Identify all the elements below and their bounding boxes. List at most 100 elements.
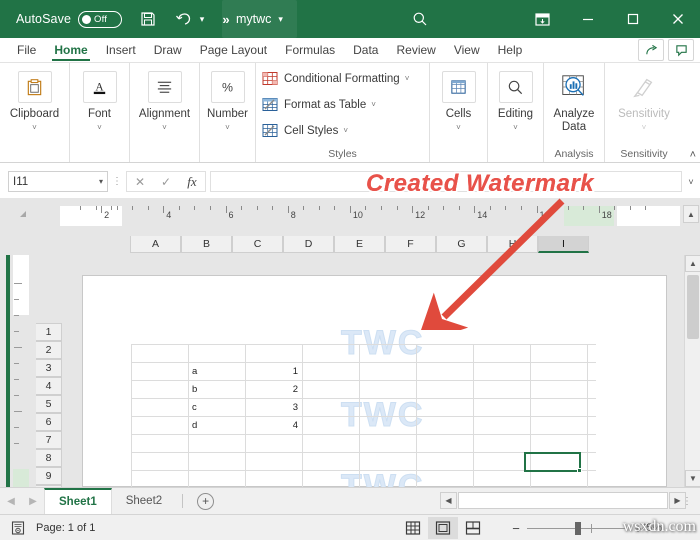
sheet-tab-sheet2[interactable]: Sheet2 bbox=[112, 488, 176, 514]
column-header-a[interactable]: A bbox=[130, 236, 181, 253]
sheet-tab-sheet1[interactable]: Sheet1 bbox=[44, 488, 112, 514]
cell-value[interactable]: a bbox=[188, 362, 245, 380]
expand-formula-bar-icon[interactable]: ˅ bbox=[682, 177, 700, 187]
ribbon-group-sensitivity[interactable]: Sensitivity ˅ Sensitivity bbox=[605, 63, 683, 163]
cell-value[interactable]: 3 bbox=[245, 398, 302, 416]
normal-view-button[interactable] bbox=[398, 517, 428, 539]
previous-sheet-icon[interactable]: ◀ bbox=[0, 496, 22, 507]
cell-value[interactable]: 1 bbox=[245, 362, 302, 380]
ribbon-group-editing[interactable]: Editing ˅ bbox=[488, 63, 544, 163]
chevron-down-icon[interactable]: ˅ bbox=[32, 123, 37, 132]
row-header-1[interactable]: 1 bbox=[36, 323, 62, 341]
row-header-2[interactable]: 2 bbox=[36, 341, 62, 359]
vertical-ruler[interactable] bbox=[13, 255, 29, 487]
tab-file[interactable]: File bbox=[8, 38, 45, 62]
tab-formulas[interactable]: Formulas bbox=[276, 38, 344, 62]
add-sheet-button[interactable]: + bbox=[197, 492, 215, 510]
horizontal-ruler[interactable]: 24681012141618 bbox=[60, 206, 680, 226]
ribbon-group-clipboard[interactable]: Clipboard ˅ bbox=[0, 63, 70, 163]
ribbon-group-analyze-data[interactable]: Analyze Data Analysis bbox=[544, 63, 605, 163]
row-header-4[interactable]: 4 bbox=[36, 377, 62, 395]
conditional-formatting-button[interactable]: Conditional Formatting ˅ bbox=[262, 68, 429, 89]
horizontal-scroll-track[interactable] bbox=[458, 491, 668, 509]
cancel-icon[interactable]: ✕ bbox=[127, 171, 153, 192]
row-header-5[interactable]: 5 bbox=[36, 395, 62, 413]
tab-draw[interactable]: Draw bbox=[145, 38, 191, 62]
horizontal-scroll-thumb[interactable] bbox=[460, 493, 628, 507]
tab-page-layout[interactable]: Page Layout bbox=[191, 38, 276, 62]
chevron-down-icon[interactable]: ˅ bbox=[642, 123, 647, 132]
close-icon[interactable] bbox=[655, 0, 700, 38]
column-header-e[interactable]: E bbox=[334, 236, 385, 253]
next-sheet-icon[interactable]: ▶ bbox=[22, 496, 44, 507]
share-icon[interactable] bbox=[638, 39, 664, 61]
tab-insert[interactable]: Insert bbox=[97, 38, 145, 62]
autosave-toggle[interactable]: Off bbox=[78, 10, 123, 28]
analyze-data-icon bbox=[557, 71, 591, 103]
column-header-c[interactable]: C bbox=[232, 236, 283, 253]
page-break-view-button[interactable] bbox=[458, 517, 488, 539]
horizontal-scrollbar[interactable]: ◀ ▶ bbox=[440, 491, 686, 509]
cell-value[interactable]: b bbox=[188, 380, 245, 398]
scroll-left-arrow-icon[interactable]: ◀ bbox=[440, 491, 457, 509]
format-as-table-button[interactable]: Format as Table ˅ bbox=[262, 94, 429, 115]
row-header-9[interactable]: 9 bbox=[36, 467, 62, 485]
name-box[interactable]: I11 ▾ bbox=[8, 171, 108, 192]
chevron-down-icon[interactable]: ˅ bbox=[162, 123, 167, 132]
ruler-number: 6 bbox=[228, 210, 234, 220]
tab-review[interactable]: Review bbox=[387, 38, 444, 62]
ribbon-group-number[interactable]: % Number ˅ bbox=[200, 63, 256, 163]
chevron-down-icon[interactable]: ˅ bbox=[405, 74, 410, 83]
cell-styles-button[interactable]: Cell Styles ˅ bbox=[262, 120, 429, 141]
tab-view[interactable]: View bbox=[445, 38, 489, 62]
scroll-down-arrow-icon[interactable]: ▼ bbox=[685, 470, 700, 487]
search-box[interactable] bbox=[325, 0, 515, 38]
select-all-corner[interactable] bbox=[20, 211, 26, 217]
tab-home[interactable]: Home bbox=[45, 38, 96, 62]
fill-handle[interactable] bbox=[577, 468, 582, 473]
ribbon-group-cells[interactable]: Cells ˅ bbox=[430, 63, 488, 163]
scroll-up-arrow-icon[interactable]: ▲ bbox=[685, 255, 700, 272]
save-icon[interactable] bbox=[137, 0, 159, 38]
tab-help[interactable]: Help bbox=[489, 38, 532, 62]
chevron-down-icon[interactable]: ˅ bbox=[225, 123, 230, 132]
column-header-b[interactable]: B bbox=[181, 236, 232, 253]
zoom-slider-track[interactable] bbox=[527, 521, 627, 535]
file-name-chip[interactable]: mytwc ▾ bbox=[222, 0, 297, 38]
undo-dropdown-caret-icon[interactable]: ▾ bbox=[196, 0, 208, 38]
page-layout-view-button[interactable] bbox=[428, 517, 458, 539]
chevron-down-icon[interactable]: ˅ bbox=[97, 123, 102, 132]
comment-icon[interactable] bbox=[668, 39, 694, 61]
scroll-right-arrow-icon[interactable]: ▶ bbox=[669, 491, 686, 509]
ribbon-display-options-icon[interactable] bbox=[520, 0, 565, 38]
tab-data[interactable]: Data bbox=[344, 38, 387, 62]
enter-icon[interactable]: ✓ bbox=[153, 171, 179, 192]
ribbon-group-font[interactable]: A Font ˅ bbox=[70, 63, 130, 163]
scroll-up-button[interactable]: ▲ bbox=[683, 205, 699, 223]
insert-function-icon[interactable]: fx bbox=[179, 171, 205, 192]
collapse-ribbon-icon[interactable]: ˄ bbox=[690, 149, 696, 161]
zoom-slider-thumb[interactable] bbox=[575, 521, 581, 535]
row-header-7[interactable]: 7 bbox=[36, 431, 62, 449]
worksheet-area: 1234567891011 TWCTWCTWC bbox=[0, 255, 700, 487]
cell-value[interactable]: c bbox=[188, 398, 245, 416]
cell-value[interactable]: 4 bbox=[245, 416, 302, 434]
ribbon-group-alignment[interactable]: Alignment ˅ bbox=[130, 63, 200, 163]
vertical-scroll-thumb[interactable] bbox=[687, 275, 699, 339]
chevron-down-icon[interactable]: ˅ bbox=[343, 126, 348, 135]
selected-cell-i11[interactable] bbox=[524, 452, 582, 473]
row-header-8[interactable]: 8 bbox=[36, 449, 62, 467]
column-header-d[interactable]: D bbox=[283, 236, 334, 253]
undo-icon[interactable] bbox=[172, 0, 194, 38]
vertical-scrollbar[interactable]: ▲ ▼ bbox=[684, 255, 700, 487]
chevron-down-icon[interactable]: ˅ bbox=[371, 100, 376, 109]
minimize-icon[interactable] bbox=[565, 0, 610, 38]
row-header-3[interactable]: 3 bbox=[36, 359, 62, 377]
zoom-out-button[interactable]: − bbox=[505, 521, 527, 536]
chevron-down-icon[interactable]: ˅ bbox=[456, 123, 461, 132]
maximize-icon[interactable] bbox=[610, 0, 655, 38]
row-header-6[interactable]: 6 bbox=[36, 413, 62, 431]
cell-value[interactable]: d bbox=[188, 416, 245, 434]
chevron-down-icon[interactable]: ˅ bbox=[513, 123, 518, 132]
cell-value[interactable]: 2 bbox=[245, 380, 302, 398]
